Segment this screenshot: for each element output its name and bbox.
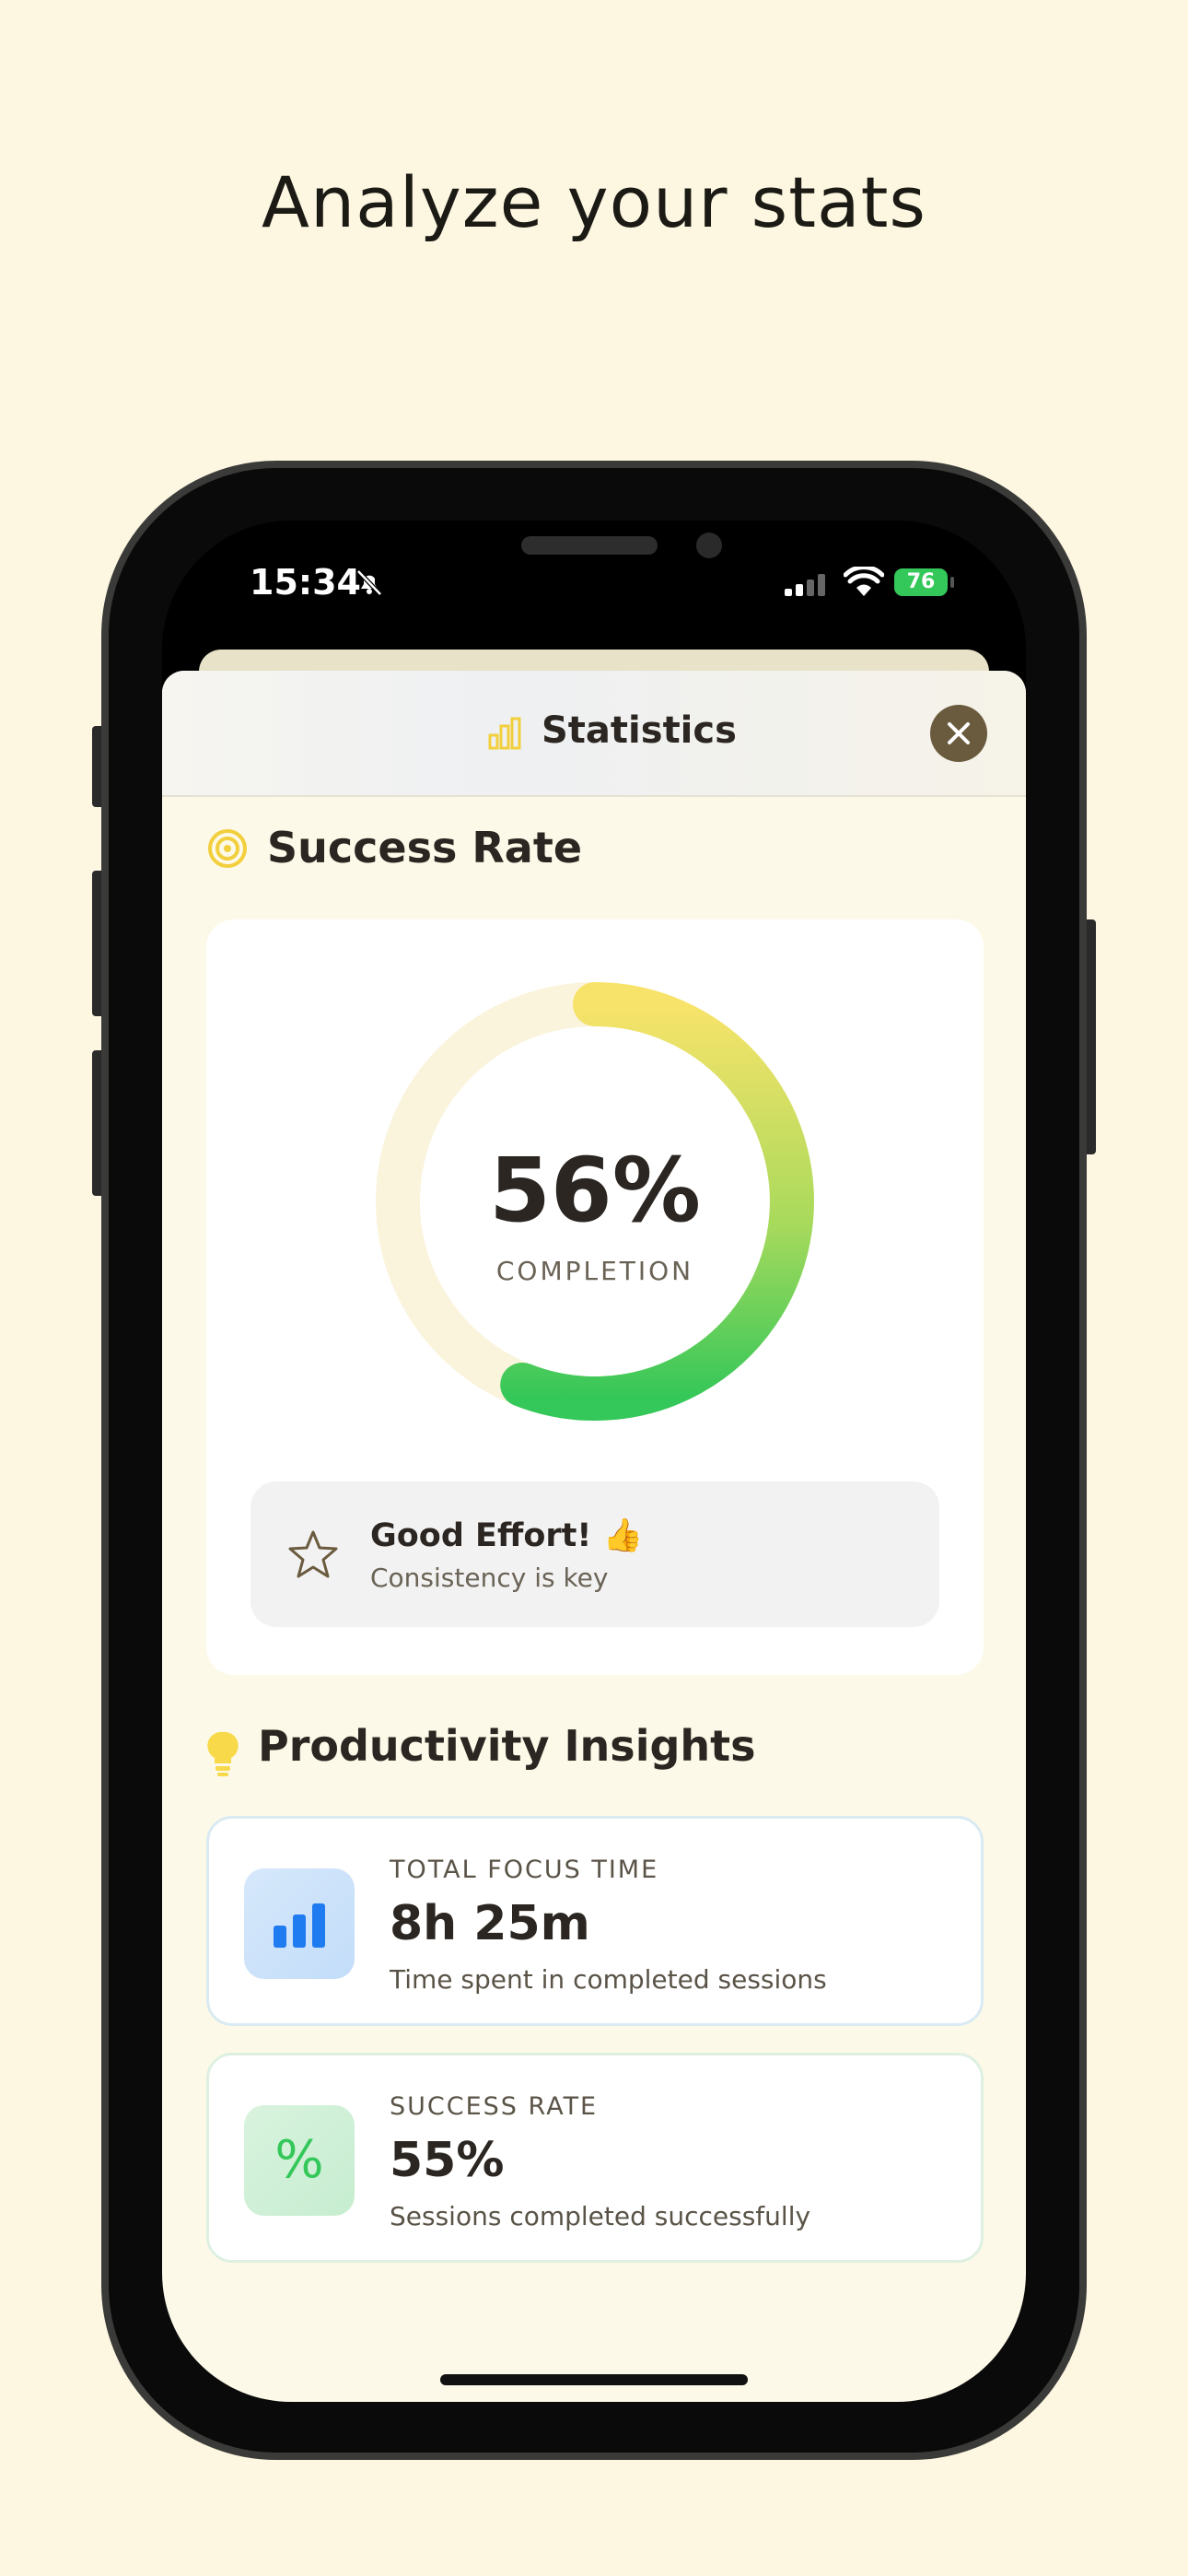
focus-time-value: 8h 25m — [390, 1896, 590, 1951]
status-bar: 15:34 76 — [162, 521, 1026, 650]
bar-chart-icon — [488, 717, 521, 750]
close-button[interactable] — [930, 705, 987, 762]
status-time: 15:34 — [250, 562, 361, 603]
sheet-title: Statistics — [542, 709, 737, 752]
lightbulb-icon — [207, 1731, 239, 1776]
battery-cap — [950, 577, 954, 588]
page-headline: Analyze your stats — [261, 161, 927, 243]
success-rate-insight-description: Sessions completed successfully — [390, 2201, 811, 2231]
target-icon — [208, 829, 247, 868]
insights-title: Productivity Insights — [258, 1721, 756, 1771]
focus-time-card: TOTAL FOCUS TIME 8h 25m Time spent in co… — [206, 1816, 984, 2026]
success-rate-insight-label: SUCCESS RATE — [390, 2092, 599, 2121]
success-rate-insight-value: 55% — [390, 2133, 505, 2188]
front-camera — [696, 533, 722, 558]
success-rate-card: 56% COMPLETION Good Effort! 👍 Consistenc… — [206, 919, 984, 1675]
success-rate-insight-card: % SUCCESS RATE 55% Sessions completed su… — [206, 2053, 984, 2263]
focus-time-label: TOTAL FOCUS TIME — [390, 1856, 659, 1884]
statistics-sheet: Statistics Success Rate 56% COMPLETION G… — [162, 671, 1026, 2402]
effort-title: Good Effort! 👍 — [370, 1517, 644, 1554]
bar-chart-icon — [274, 1903, 325, 1948]
sheet-header: Statistics — [162, 671, 1026, 797]
bell-slash-icon — [356, 569, 382, 596]
battery-indicator: 76 — [894, 568, 948, 596]
focus-time-description: Time spent in completed sessions — [390, 1964, 827, 1995]
speaker-grille — [521, 536, 658, 555]
completion-label: COMPLETION — [495, 1256, 694, 1286]
effort-banner: Good Effort! 👍 Consistency is key — [250, 1481, 939, 1627]
wifi-icon — [844, 567, 884, 596]
percent-icon: % — [244, 2105, 355, 2216]
phone-screen: 15:34 76 Statistics Success Rate 56% COM… — [162, 521, 1026, 2402]
home-indicator[interactable] — [440, 2374, 748, 2385]
star-icon — [288, 1530, 338, 1578]
focus-time-icon-tile — [244, 1868, 355, 1979]
completion-percent: 56% — [489, 1139, 701, 1242]
effort-subtitle: Consistency is key — [370, 1563, 609, 1593]
success-rate-title: Success Rate — [267, 823, 583, 872]
cellular-signal-icon — [785, 574, 825, 596]
close-icon — [948, 722, 970, 744]
